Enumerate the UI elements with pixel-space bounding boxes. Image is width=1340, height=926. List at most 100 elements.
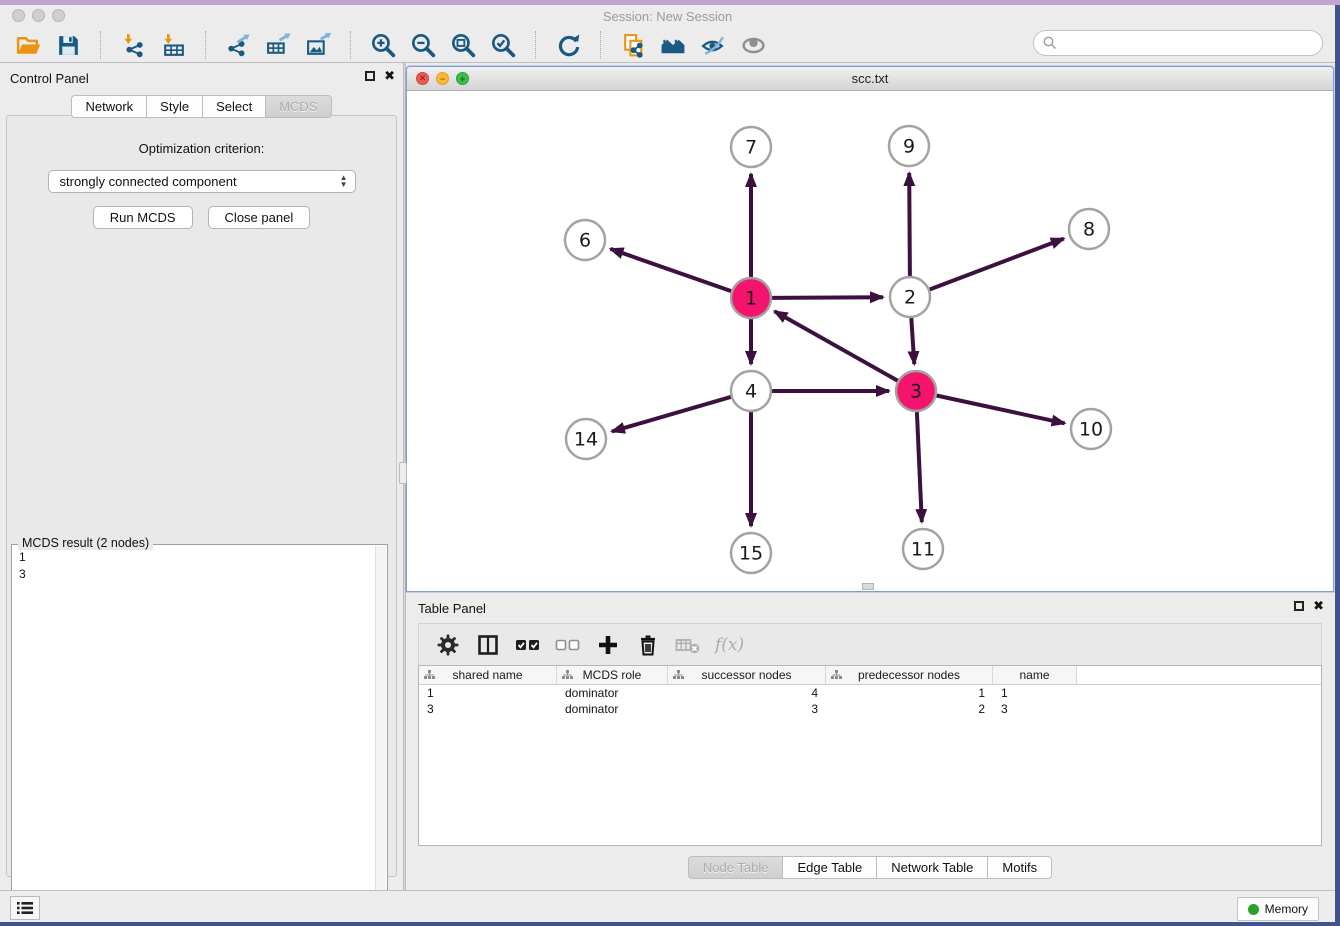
- column-header-predecessor-nodes[interactable]: predecessor nodes: [826, 666, 993, 684]
- home-button[interactable]: [653, 29, 693, 61]
- open-file-button[interactable]: [8, 29, 48, 61]
- graph-node-11[interactable]: 11: [903, 529, 943, 569]
- edge-1-2[interactable]: [772, 297, 883, 298]
- graph-node-1[interactable]: 1: [731, 278, 771, 318]
- column-header-shared-name[interactable]: shared name: [419, 666, 557, 684]
- svg-text:6: 6: [579, 230, 591, 252]
- select-all-checkboxes-button[interactable]: [515, 630, 541, 660]
- result-scrollbar[interactable]: [375, 546, 386, 920]
- close-panel-icon[interactable]: ✖: [384, 71, 395, 81]
- float-panel-icon[interactable]: [365, 71, 375, 81]
- show-panel-icon: [740, 32, 767, 59]
- save-session-button[interactable]: [48, 29, 88, 61]
- graph-node-8[interactable]: 8: [1069, 209, 1109, 249]
- graph-node-4[interactable]: 4: [731, 371, 771, 411]
- graph-node-6[interactable]: 6: [565, 220, 605, 260]
- zoom-fit-button[interactable]: [443, 29, 483, 61]
- svg-text:11: 11: [911, 539, 935, 561]
- memory-button[interactable]: Memory: [1237, 897, 1319, 921]
- mcds-result-box: MCDS result (2 nodes) 13: [11, 544, 388, 922]
- export-network-button[interactable]: [218, 29, 258, 61]
- tab-mcds[interactable]: MCDS: [265, 95, 331, 118]
- export-table-button[interactable]: [258, 29, 298, 61]
- zoom-selected-button[interactable]: [483, 29, 523, 61]
- edge-2-8[interactable]: [930, 239, 1064, 290]
- network-window-titlebar[interactable]: ✕ − + scc.txt: [407, 67, 1333, 91]
- graph-node-10[interactable]: 10: [1071, 409, 1111, 449]
- edge-3-11[interactable]: [917, 412, 922, 522]
- mcds-tab-content: Optimization criterion: strongly connect…: [6, 115, 397, 877]
- show-panel-button[interactable]: [733, 29, 773, 61]
- import-table-button[interactable]: [153, 29, 193, 61]
- mcds-result-list: 13: [12, 549, 375, 583]
- tab-node-table[interactable]: Node Table: [688, 856, 783, 879]
- column-type-icon: [831, 670, 842, 680]
- tab-network-table[interactable]: Network Table: [876, 856, 987, 879]
- main-titlebar: Session: New Session: [0, 5, 1335, 28]
- graph-node-2[interactable]: 2: [890, 277, 930, 317]
- svg-text:1: 1: [745, 288, 757, 310]
- function-builder-button: f(x): [715, 630, 744, 660]
- status-bar: Memory: [0, 890, 1335, 922]
- zoom-in-button[interactable]: [363, 29, 403, 61]
- home-icon: [660, 32, 687, 59]
- deselect-all-checkboxes-button[interactable]: [555, 630, 581, 660]
- column-visibility-button[interactable]: [475, 630, 501, 660]
- tab-motifs[interactable]: Motifs: [987, 856, 1052, 879]
- delete-column-trash-button[interactable]: [635, 630, 661, 660]
- close-panel-button[interactable]: Close panel: [208, 206, 311, 229]
- column-header-name[interactable]: name: [993, 666, 1077, 684]
- column-header-MCDS-role[interactable]: MCDS role: [557, 666, 668, 684]
- duplicate-network-button[interactable]: [613, 29, 653, 61]
- table-row[interactable]: 3dominator323: [419, 701, 1321, 717]
- table-cell: 2: [826, 701, 993, 717]
- column-header-successor-nodes[interactable]: successor nodes: [668, 666, 826, 684]
- add-column-button[interactable]: [595, 630, 621, 660]
- graph-node-15[interactable]: 15: [731, 533, 771, 573]
- refresh-button[interactable]: [548, 29, 588, 61]
- table-settings-gear-button[interactable]: [435, 630, 461, 660]
- search-box[interactable]: [1033, 30, 1323, 56]
- tab-select[interactable]: Select: [202, 95, 265, 118]
- toolbar-separator: [205, 31, 206, 59]
- edge-2-3[interactable]: [911, 318, 914, 364]
- edge-1-6[interactable]: [611, 249, 732, 291]
- edge-3-1[interactable]: [775, 311, 898, 380]
- hide-panel-button[interactable]: [693, 29, 733, 61]
- graph-node-3[interactable]: 3: [896, 371, 936, 411]
- edge-2-9[interactable]: [909, 173, 910, 276]
- tab-style[interactable]: Style: [146, 95, 202, 118]
- panel-divider-grip[interactable]: [399, 462, 407, 484]
- graph-node-7[interactable]: 7: [731, 127, 771, 167]
- network-graph: 7 9 6 8 1 2 4 3 14 10 15 11: [407, 91, 1333, 591]
- zoom-out-button[interactable]: [403, 29, 443, 61]
- import-table-icon: [160, 32, 187, 59]
- close-table-panel-icon[interactable]: ✖: [1313, 601, 1324, 611]
- task-history-button[interactable]: [10, 896, 40, 920]
- export-table-icon: [265, 32, 292, 59]
- edge-3-10[interactable]: [937, 396, 1065, 424]
- run-mcds-button[interactable]: Run MCDS: [93, 206, 193, 229]
- table-panel: Table Panel ✖ f(x) shared nameMCDS roles…: [406, 595, 1334, 888]
- table-panel-tabs: Node TableEdge TableNetwork TableMotifs: [406, 856, 1334, 879]
- toolbar-separator: [350, 31, 351, 59]
- table-panel-title: Table Panel: [418, 601, 486, 616]
- edge-4-14[interactable]: [612, 397, 731, 432]
- svg-text:8: 8: [1083, 219, 1095, 241]
- control-panel-title: Control Panel: [10, 71, 89, 86]
- network-canvas[interactable]: 7 9 6 8 1 2 4 3 14 10 15 11: [407, 91, 1333, 591]
- import-network-button[interactable]: [113, 29, 153, 61]
- node-table[interactable]: shared nameMCDS rolesuccessor nodesprede…: [418, 665, 1322, 846]
- criterion-dropdown[interactable]: strongly connected component ▲▼: [48, 170, 356, 193]
- zoom-fit-icon: [450, 32, 477, 59]
- search-input[interactable]: [1063, 36, 1322, 51]
- tab-edge-table[interactable]: Edge Table: [782, 856, 876, 879]
- float-table-panel-icon[interactable]: [1294, 601, 1304, 611]
- network-resize-grip[interactable]: [862, 583, 874, 590]
- export-image-button[interactable]: [298, 29, 338, 61]
- open-file-icon: [15, 32, 42, 59]
- tab-network[interactable]: Network: [71, 95, 146, 118]
- graph-node-9[interactable]: 9: [889, 126, 929, 166]
- graph-node-14[interactable]: 14: [566, 419, 606, 459]
- table-row[interactable]: 1dominator411: [419, 685, 1321, 701]
